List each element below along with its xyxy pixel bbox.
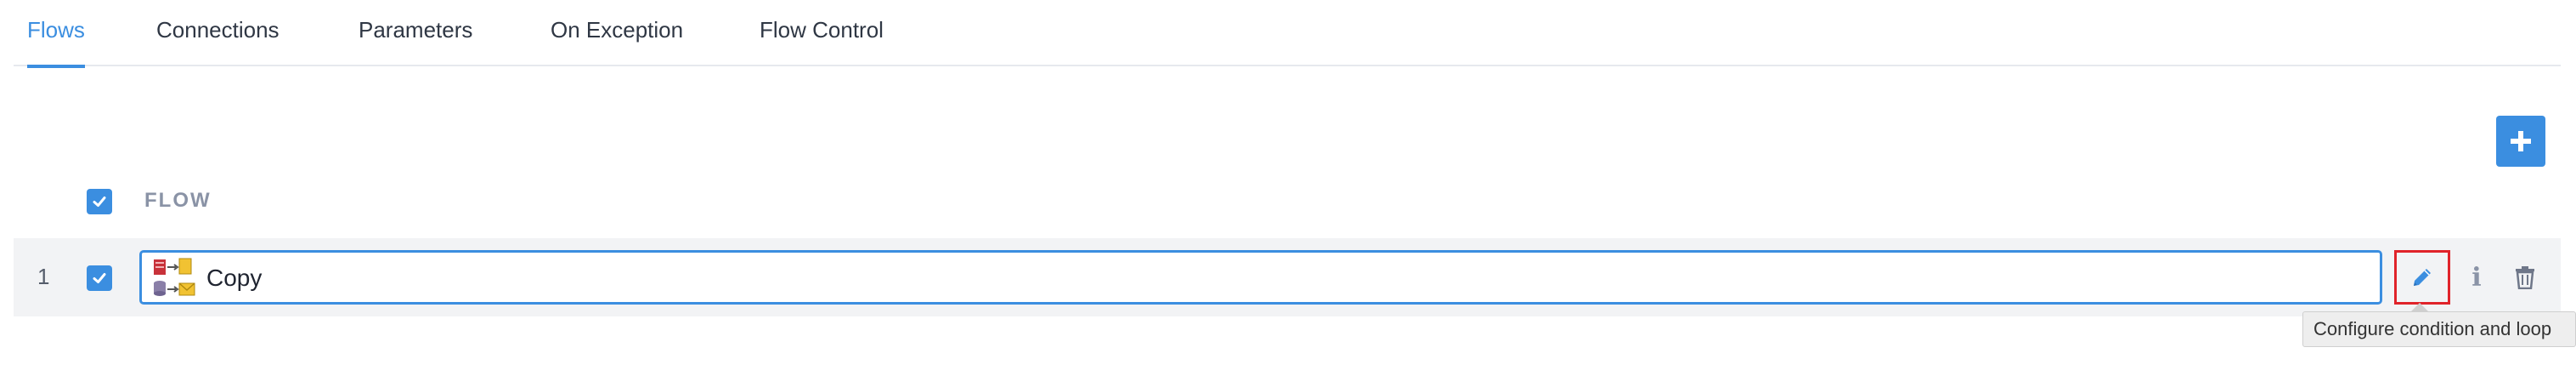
- tab-on-exception[interactable]: On Exception: [551, 0, 683, 66]
- edit-flow-button[interactable]: [2394, 250, 2450, 305]
- tab-flow-control[interactable]: Flow Control: [760, 0, 884, 66]
- tooltip-arrow: [2411, 303, 2428, 311]
- table-row: 1 Copy: [14, 238, 2561, 316]
- add-flow-button[interactable]: [2496, 116, 2545, 167]
- column-header-flow: FLOW: [144, 189, 212, 212]
- tab-bar: Flows Connections Parameters On Exceptio…: [14, 0, 2561, 68]
- row-checkbox[interactable]: [87, 265, 112, 291]
- plus-icon: [2511, 131, 2531, 151]
- flow-name-field[interactable]: Copy: [139, 250, 2382, 305]
- select-all-checkbox[interactable]: [87, 189, 112, 214]
- copy-flow-icon: [154, 258, 195, 296]
- flow-name: Copy: [206, 265, 263, 291]
- row-index: 1: [37, 264, 50, 289]
- tab-flows[interactable]: Flows: [27, 0, 85, 68]
- tab-connections[interactable]: Connections: [156, 0, 280, 66]
- info-button[interactable]: i: [2464, 260, 2489, 294]
- tooltip: Configure condition and loop: [2302, 311, 2576, 347]
- pencil-icon: [2414, 269, 2431, 286]
- trash-icon: [2516, 266, 2534, 289]
- check-icon: [93, 273, 106, 283]
- delete-flow-button[interactable]: [2510, 260, 2540, 294]
- check-icon: [93, 197, 106, 207]
- tab-parameters[interactable]: Parameters: [359, 0, 472, 66]
- info-icon: i: [2471, 262, 2482, 293]
